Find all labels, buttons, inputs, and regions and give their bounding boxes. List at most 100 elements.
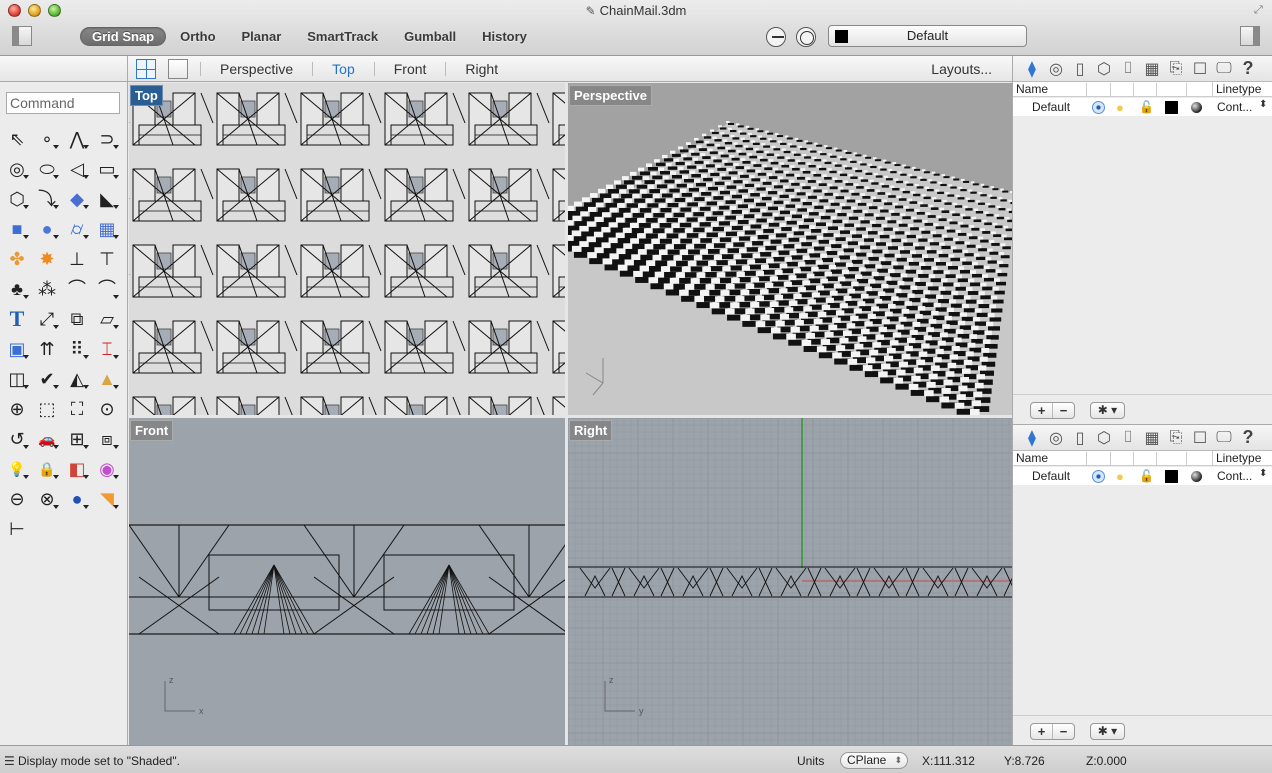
page-icon[interactable]: ▯ <box>1069 427 1091 449</box>
viewport-vertical-splitter[interactable] <box>565 82 568 745</box>
cplane-select[interactable]: CPlane ⬍ <box>840 752 908 769</box>
ortho-toggle[interactable]: Ortho <box>168 27 227 46</box>
lock-icon[interactable]: 🔒 <box>32 454 62 484</box>
display-icon[interactable]: 🖵 <box>1213 427 1235 449</box>
planar-toggle[interactable]: Planar <box>230 27 294 46</box>
column-linetype[interactable]: Linetype <box>1212 82 1261 96</box>
select-arrow-icon[interactable]: ⇖ <box>2 124 32 154</box>
split-icon[interactable]: ⊤ <box>92 244 122 274</box>
cylinder-icon[interactable]: ⌭ <box>62 214 92 244</box>
layer-color-swatch[interactable] <box>1165 470 1178 483</box>
grid-snap-toggle[interactable]: Grid Snap <box>80 27 167 46</box>
cube-icon[interactable]: ⬡ <box>1093 58 1115 80</box>
layer-color-swatch[interactable] <box>1165 101 1178 114</box>
add-layer-button[interactable]: + <box>1031 724 1053 739</box>
four-viewports-icon[interactable] <box>136 59 156 79</box>
command-history-icon[interactable]: ☰ <box>4 754 15 768</box>
group-icon[interactable]: ♣ <box>2 274 32 304</box>
layer-row[interactable]: Default ● 🔓 Cont... ⬍ <box>1013 98 1272 116</box>
surface-icon[interactable]: ◆ <box>62 184 92 214</box>
window-icon[interactable]: ☐ <box>1189 427 1211 449</box>
units-button[interactable]: Units <box>797 754 824 768</box>
lock-open-icon[interactable]: 🔓 <box>1139 100 1154 114</box>
named-views-icon[interactable]: ⧈ <box>92 424 122 454</box>
material-sphere-icon[interactable] <box>1191 471 1202 482</box>
rotate-view-icon[interactable]: ↺ <box>2 424 32 454</box>
box-icon[interactable]: ■ <box>2 214 32 244</box>
check-icon[interactable]: ✔ <box>32 364 62 394</box>
layer-row[interactable]: Default ● 🔓 Cont... ⬍ <box>1013 467 1272 485</box>
viewport-label-right[interactable]: Right <box>569 420 613 441</box>
viewport-label-front[interactable]: Front <box>130 420 174 441</box>
osnap-icon[interactable] <box>766 27 786 47</box>
tab-top[interactable]: Top <box>312 62 374 76</box>
fillet-icon[interactable]: ⤵ <box>32 184 62 214</box>
mesh-icon[interactable]: ▦ <box>92 214 122 244</box>
gear-menu-button[interactable]: ✱ ▾ <box>1090 723 1125 740</box>
boolean-spheres-icon[interactable]: ● <box>32 214 62 244</box>
viewport-front[interactable]: Front zx <box>129 418 565 745</box>
layer-name[interactable]: Default <box>1032 100 1070 114</box>
camera-icon[interactable]: ⌷ <box>1117 427 1139 449</box>
zoom-window-icon[interactable]: ⬚ <box>32 394 62 424</box>
display-icon[interactable]: 🖵 <box>1213 58 1235 80</box>
ungroup-icon[interactable]: ⁂ <box>32 274 62 304</box>
curve-icon[interactable]: ⊃ <box>92 124 122 154</box>
viewport-label-top[interactable]: Top <box>130 85 163 106</box>
scroll-icon[interactable]: ⎘ <box>1165 427 1187 449</box>
zoom-extents-icon[interactable]: ⛶ <box>62 394 92 424</box>
transform-icon[interactable]: ▱ <box>92 304 122 334</box>
target-icon[interactable]: ◎ <box>1045 427 1067 449</box>
viewport-top[interactable]: Top <box>129 83 565 415</box>
scroll-icon[interactable]: ⎘ <box>1165 58 1187 80</box>
zoom-icon[interactable]: ⊕ <box>2 394 32 424</box>
history-toggle[interactable]: History <box>470 27 539 46</box>
help-icon[interactable]: ? <box>1237 427 1259 449</box>
toggle-left-sidebar-button[interactable] <box>12 26 32 46</box>
render-sphere-icon[interactable]: ● <box>62 484 92 514</box>
car-icon[interactable]: 🚗 <box>32 424 62 454</box>
point-icon[interactable]: ∘ <box>32 124 62 154</box>
layer-name[interactable]: Default <box>1032 469 1070 483</box>
cplane-grid-icon[interactable]: ▦ <box>1141 58 1163 80</box>
text-icon[interactable]: T <box>2 304 32 334</box>
cube-icon[interactable]: ⬡ <box>1093 427 1115 449</box>
cplane-grid-icon[interactable]: ▦ <box>1141 427 1163 449</box>
arc-icon[interactable]: ◁ <box>62 154 92 184</box>
tab-right[interactable]: Right <box>445 62 517 76</box>
linetype-stepper-icon[interactable]: ⬍ <box>1259 468 1267 479</box>
material-sphere-icon[interactable] <box>1191 102 1202 113</box>
current-layer-radio-icon[interactable] <box>1092 470 1105 483</box>
layer-linetype[interactable]: Cont... <box>1217 100 1252 114</box>
grid-array-icon[interactable]: ⠿ <box>62 334 92 364</box>
solid-edit-icon[interactable]: ▣ <box>2 334 32 364</box>
array-icon[interactable]: ⧉ <box>62 304 92 334</box>
page-icon[interactable]: ▯ <box>1069 58 1091 80</box>
zoom-selected-icon[interactable]: ⊙ <box>92 394 122 424</box>
column-name[interactable]: Name <box>1016 451 1048 465</box>
layers-icon[interactable]: ⧫ <box>1021 427 1043 449</box>
pyramid-icon[interactable]: ▲ <box>92 364 122 394</box>
layers-icon[interactable]: ◧ <box>62 454 92 484</box>
puzzle-icon[interactable]: ✤ <box>2 244 32 274</box>
offset-curve-icon[interactable]: ⌒ <box>92 274 122 304</box>
cplane-icon[interactable]: ⊞ <box>62 424 92 454</box>
command-input[interactable] <box>6 92 120 114</box>
rectangle-icon[interactable]: ▭ <box>92 154 122 184</box>
target-icon[interactable] <box>796 27 816 47</box>
target-icon[interactable]: ◎ <box>1045 58 1067 80</box>
current-layer-radio-icon[interactable] <box>1092 101 1105 114</box>
dimension-tree-icon[interactable]: ⊢ <box>2 514 32 544</box>
column-linetype[interactable]: Linetype <box>1212 451 1261 465</box>
trim-icon[interactable]: ⊥ <box>62 244 92 274</box>
extrude-surface-icon[interactable]: ◣ <box>92 184 122 214</box>
extrude-up-icon[interactable]: ⇈ <box>32 334 62 364</box>
layers-icon[interactable]: ⧫ <box>1021 58 1043 80</box>
viewport-label-perspective[interactable]: Perspective <box>569 85 652 106</box>
remove-layer-button[interactable]: − <box>1053 724 1074 739</box>
visibility-bulb-icon[interactable]: ● <box>1116 100 1124 115</box>
smarttrack-toggle[interactable]: SmartTrack <box>295 27 390 46</box>
layouts-button[interactable]: Layouts... <box>931 61 992 77</box>
help-icon[interactable]: ? <box>1237 58 1259 80</box>
section-icon[interactable]: ⌶ <box>92 334 122 364</box>
